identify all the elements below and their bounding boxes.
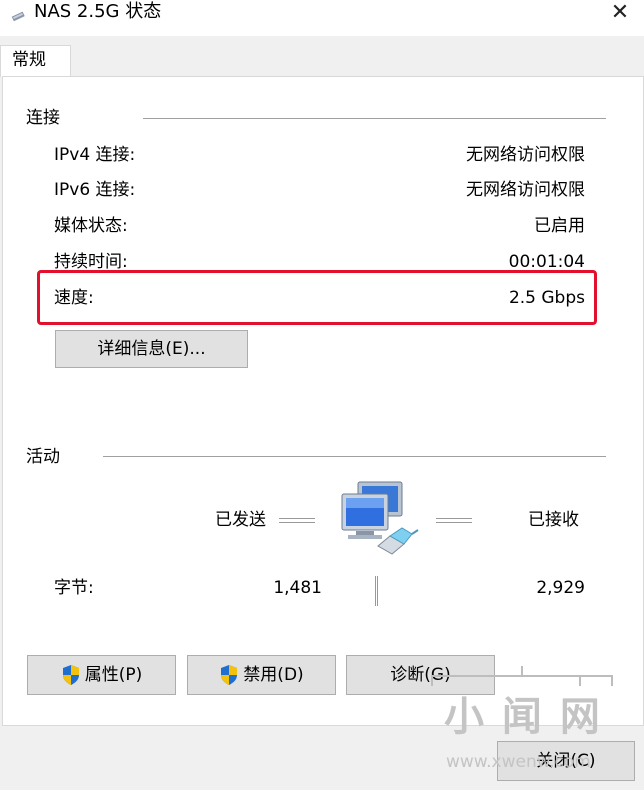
properties-button-label: 属性(P) bbox=[84, 665, 143, 685]
watermark-logo-text: 小 闻 网 bbox=[444, 694, 602, 740]
duration-label: 持续时间: bbox=[54, 252, 128, 272]
media-state-value: 已启用 bbox=[534, 216, 585, 236]
ipv6-label: IPv6 连接: bbox=[54, 180, 136, 200]
tab-panel bbox=[2, 76, 644, 726]
uac-shield-icon bbox=[62, 665, 79, 685]
properties-button[interactable]: 属性(P) bbox=[27, 655, 176, 695]
bytes-received-value: 2,929 bbox=[536, 578, 585, 598]
activity-divider bbox=[103, 456, 606, 457]
connection-section-title: 连接 bbox=[26, 108, 60, 128]
close-window-icon[interactable]: ✕ bbox=[608, 2, 632, 26]
bytes-label: 字节: bbox=[54, 578, 94, 598]
media-state-label: 媒体状态: bbox=[54, 216, 128, 236]
sent-label: 已发送 bbox=[215, 510, 266, 530]
details-button[interactable]: 详细信息(E)... bbox=[55, 330, 248, 368]
uac-shield-icon bbox=[221, 665, 238, 685]
ipv4-value: 无网络访问权限 bbox=[466, 145, 585, 165]
watermark-url: www.xwenw.com bbox=[446, 752, 591, 772]
duration-value: 00:01:04 bbox=[508, 252, 585, 272]
connection-divider bbox=[143, 118, 606, 119]
speed-highlight-box bbox=[37, 270, 597, 325]
activity-section-title: 活动 bbox=[26, 447, 60, 467]
received-line bbox=[436, 518, 472, 523]
ipv6-value: 无网络访问权限 bbox=[466, 180, 585, 200]
sent-line bbox=[279, 518, 315, 523]
ipv4-label: IPv4 连接: bbox=[54, 145, 136, 165]
network-adapter-icon bbox=[11, 11, 25, 22]
bytes-divider bbox=[375, 576, 378, 606]
disable-button-label: 禁用(D) bbox=[243, 665, 304, 685]
tab-general-label: 常规 bbox=[12, 50, 46, 70]
bytes-sent-value: 1,481 bbox=[273, 578, 322, 598]
watermark-connector-lines bbox=[431, 666, 613, 686]
window-title: NAS 2.5G 状态 bbox=[34, 1, 162, 22]
received-label: 已接收 bbox=[528, 510, 579, 530]
network-computers-icon bbox=[341, 481, 419, 555]
disable-button[interactable]: 禁用(D) bbox=[187, 655, 336, 695]
